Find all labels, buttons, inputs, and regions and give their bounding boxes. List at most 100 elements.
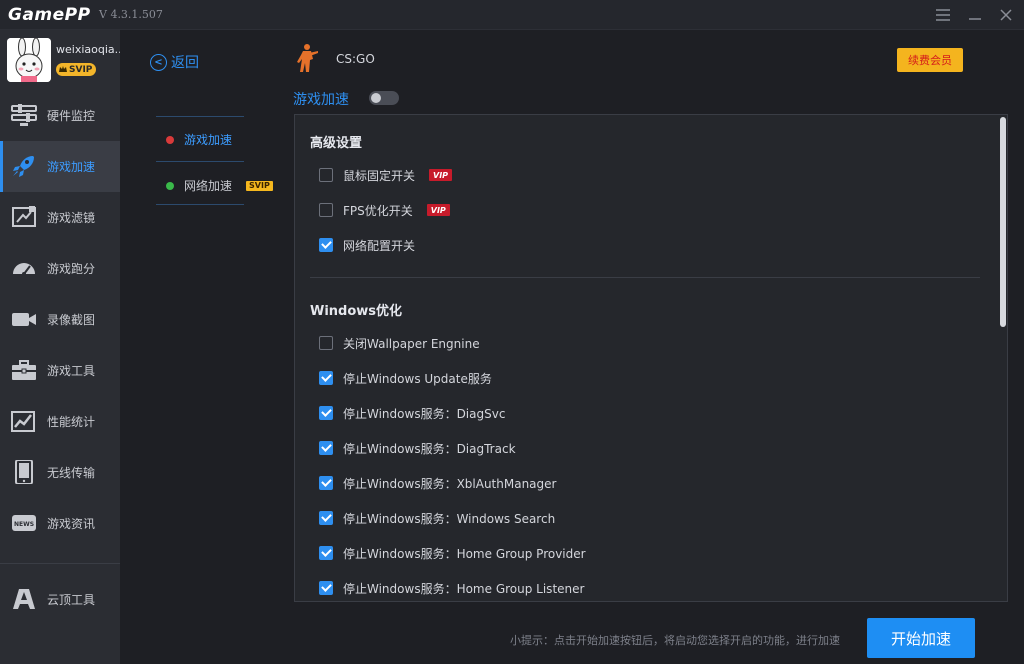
sidebar-item-label: 游戏加速 xyxy=(47,160,96,174)
sidebar-item-label: 硬件监控 xyxy=(47,109,96,123)
tablet-icon xyxy=(15,460,33,484)
checkbox[interactable] xyxy=(319,336,333,350)
option-stop-home-group-listener[interactable]: 停止Windows服务：Home Group Listener xyxy=(319,580,584,596)
toggle-knob xyxy=(371,93,381,103)
menu-icon[interactable] xyxy=(932,4,954,26)
back-label: 返回 xyxy=(171,55,199,71)
sidebar-item-game-news[interactable]: NEWS 游戏资讯 xyxy=(0,498,120,549)
subnav-divider xyxy=(156,204,244,205)
sidebar-item-game-accel[interactable]: 游戏加速 xyxy=(0,141,120,192)
subnav-label: 游戏加速 xyxy=(184,133,233,147)
counter-strike-icon xyxy=(297,44,318,72)
vip-tag: VIP xyxy=(426,204,450,216)
toolbox-icon xyxy=(12,360,36,380)
hardware-monitor-icon xyxy=(11,104,37,126)
checkbox[interactable] xyxy=(319,371,333,385)
option-label: 鼠标固定开关 xyxy=(343,168,416,183)
option-stop-diagtrack[interactable]: 停止Windows服务：DiagTrack xyxy=(319,440,516,456)
back-arrow-icon: < xyxy=(150,53,167,71)
option-stop-diagsvc[interactable]: 停止Windows服务：DiagSvc xyxy=(319,405,505,421)
sidebar-item-label: 无线传输 xyxy=(47,466,96,480)
close-icon[interactable] xyxy=(995,4,1017,26)
option-label: 停止Windows服务：Home Group Provider xyxy=(343,546,586,561)
start-accel-button[interactable]: 开始加速 xyxy=(867,618,975,658)
option-label: 关闭Wallpaper Engnine xyxy=(343,336,480,351)
minimize-icon[interactable] xyxy=(964,4,986,26)
sidebar-item-wireless-transfer[interactable]: 无线传输 xyxy=(0,447,120,498)
option-label: FPS优化开关 xyxy=(343,203,413,218)
option-stop-windows-search[interactable]: 停止Windows服务：Windows Search xyxy=(319,510,555,526)
accel-toggle[interactable] xyxy=(369,91,399,105)
option-label: 停止Windows服务：DiagTrack xyxy=(343,441,516,456)
crown-icon xyxy=(59,66,67,72)
sidebar-item-game-filter[interactable]: 游戏滤镜 xyxy=(0,192,120,243)
title-bar: GamePP V 4.3.1.507 xyxy=(0,0,1024,30)
sidebar-item-benchmark[interactable]: 游戏跑分 xyxy=(0,243,120,294)
svip-tag: SVIP xyxy=(246,180,273,191)
option-close-wallpaper-engine[interactable]: 关闭Wallpaper Engnine xyxy=(319,335,480,351)
sidebar-item-label: 游戏工具 xyxy=(47,364,96,378)
option-network-config[interactable]: 网络配置开关 xyxy=(319,237,415,253)
status-dot xyxy=(166,181,174,190)
sidebar-item-label: 游戏跑分 xyxy=(47,262,96,276)
checkbox[interactable] xyxy=(319,476,333,490)
checkbox[interactable] xyxy=(319,581,333,595)
app-version: V 4.3.1.507 xyxy=(99,8,163,21)
option-stop-xblauthmanager[interactable]: 停止Windows服务：XblAuthManager xyxy=(319,475,556,491)
filter-icon xyxy=(12,206,36,227)
option-label: 网络配置开关 xyxy=(343,238,416,253)
sidebar-item-label: 游戏资讯 xyxy=(47,517,96,531)
subnav-divider xyxy=(156,161,244,162)
status-dot xyxy=(166,135,174,144)
sidebar-item-hardware-monitor[interactable]: 硬件监控 xyxy=(0,90,120,141)
panel-scrollbar[interactable] xyxy=(1000,115,1006,601)
checkbox[interactable] xyxy=(319,203,333,217)
svip-badge-label: SVIP xyxy=(69,64,93,75)
back-button[interactable]: < 返回 xyxy=(150,52,199,72)
windows-optimize-title: Windows优化 xyxy=(310,304,403,319)
scroll-thumb[interactable] xyxy=(1000,117,1006,327)
vip-tag: VIP xyxy=(429,169,453,181)
news-icon: NEWS xyxy=(12,515,36,531)
username: weixiaoqia.. xyxy=(56,43,120,56)
tft-icon xyxy=(13,589,35,609)
avatar[interactable] xyxy=(7,38,51,82)
subnav-label: 网络加速 xyxy=(184,179,233,193)
subnav-item-game-accel[interactable]: 游戏加速 xyxy=(166,131,232,148)
option-label: 停止Windows服务：Home Group Listener xyxy=(343,581,585,596)
sidebar-item-tft-tools[interactable]: 云顶工具 xyxy=(0,574,120,625)
checkbox[interactable] xyxy=(319,406,333,420)
sidebar-item-game-tools[interactable]: 游戏工具 xyxy=(0,345,120,396)
hint-text: 小提示：点击开始加速按钮后，将启动您选择开启的功能，进行加速 xyxy=(510,634,840,647)
option-label: 停止Windows服务：Windows Search xyxy=(343,511,556,526)
option-stop-home-group-provider[interactable]: 停止Windows服务：Home Group Provider xyxy=(319,545,586,561)
app-logo: GamePP xyxy=(8,5,91,25)
checkbox[interactable] xyxy=(319,168,333,182)
sidebar-item-label: 游戏滤镜 xyxy=(47,211,96,225)
user-profile[interactable]: weixiaoqia.. SVIP xyxy=(0,30,120,90)
svg-text:NEWS: NEWS xyxy=(14,521,34,528)
checkbox[interactable] xyxy=(319,238,333,252)
sidebar-item-performance-stats[interactable]: 性能统计 xyxy=(0,396,120,447)
option-fps-optimize[interactable]: FPS优化开关 VIP xyxy=(319,202,450,218)
renew-membership-button[interactable]: 续费会员 xyxy=(897,48,963,72)
option-label: 停止Windows服务：DiagSvc xyxy=(343,406,506,421)
subnav-divider xyxy=(156,116,244,117)
sidebar-item-recording[interactable]: 录像截图 xyxy=(0,294,120,345)
option-label: 停止Windows Update服务 xyxy=(343,371,492,386)
sidebar-item-label: 录像截图 xyxy=(47,313,96,327)
game-name: CS:GO xyxy=(336,52,375,66)
gauge-icon xyxy=(13,263,35,276)
option-mouse-lock[interactable]: 鼠标固定开关 VIP xyxy=(319,167,453,183)
checkbox[interactable] xyxy=(319,546,333,560)
advanced-settings-title: 高级设置 xyxy=(310,136,363,151)
subnav-item-network-accel[interactable]: 网络加速 SVIP xyxy=(166,177,273,194)
rocket-icon xyxy=(13,156,34,177)
checkbox[interactable] xyxy=(319,441,333,455)
settings-panel: 高级设置 鼠标固定开关 VIP FPS优化开关 VIP 网络配置开关 Windo… xyxy=(294,114,1008,602)
section-divider xyxy=(310,277,980,278)
sidebar-item-label: 云顶工具 xyxy=(47,593,96,607)
sidebar-divider xyxy=(0,563,120,564)
option-stop-windows-update[interactable]: 停止Windows Update服务 xyxy=(319,370,492,386)
checkbox[interactable] xyxy=(319,511,333,525)
